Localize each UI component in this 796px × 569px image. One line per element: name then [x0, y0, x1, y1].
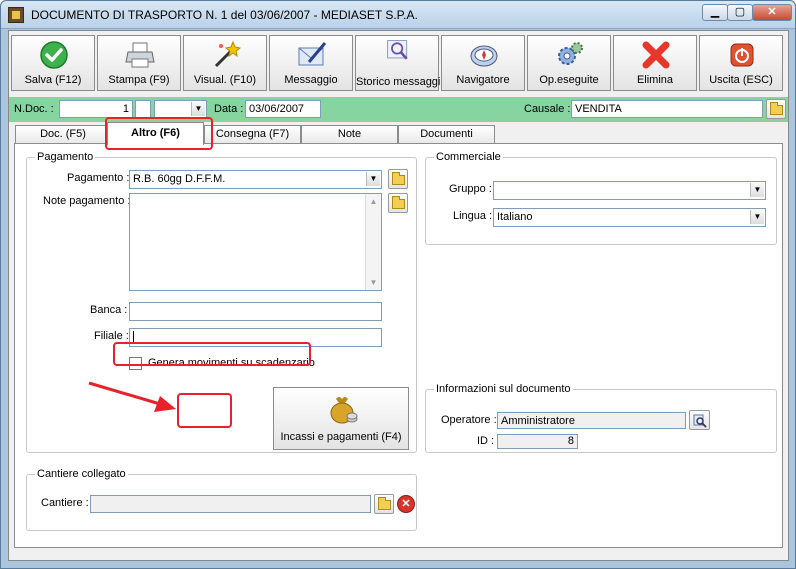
exit-icon [730, 43, 754, 67]
scroll-up-icon[interactable]: ▲ [366, 194, 381, 209]
navigator-button[interactable]: Navigatore [441, 35, 525, 91]
print-label: Stampa (F9) [108, 74, 170, 86]
exit-button[interactable]: Uscita (ESC) [699, 35, 783, 91]
app-icon [8, 7, 24, 23]
payment-label: Pagamento : [67, 172, 130, 184]
language-select[interactable]: Italiano ▼ [493, 208, 766, 227]
document-info-group-title: Informazioni sul documento [434, 383, 573, 395]
tab-consegna[interactable]: Consegna (F7) [204, 125, 301, 144]
tab-note[interactable]: Note [301, 125, 398, 144]
printer-icon [125, 42, 155, 68]
operator-label: Operatore : [441, 414, 497, 426]
commercial-group: Commerciale Gruppo : ▼ Lingua : Italiano… [425, 151, 777, 245]
construction-site-group-title: Cantiere collegato [35, 468, 128, 480]
preview-label: Visual. (F10) [193, 74, 257, 86]
navigator-label: Navigatore [456, 74, 510, 86]
magic-wand-icon [214, 40, 241, 68]
date-input[interactable]: 03/06/2007 [245, 100, 321, 118]
construction-site-group: Cantiere collegato Cantiere : ✕ [26, 468, 417, 531]
payment-select[interactable]: R.B. 60gg D.F.F.M. [129, 170, 382, 189]
client-area: Salva (F12) Stampa (F9) Visual. (F10) Me… [8, 30, 789, 561]
clear-construction-site-button[interactable]: ✕ [397, 495, 415, 513]
folder-icon [392, 172, 405, 185]
language-value: Italiano [497, 211, 533, 223]
chevron-down-icon: ▼ [750, 210, 764, 224]
preview-button[interactable]: Visual. (F10) [183, 35, 267, 91]
payment-notes-label: Note pagamento : [43, 195, 131, 207]
check-icon [40, 41, 68, 69]
collections-payments-label: Incassi e pagamenti (F4) [280, 431, 402, 443]
print-button[interactable]: Stampa (F9) [97, 35, 181, 91]
minimize-button[interactable]: ▁ [702, 4, 728, 21]
causale-label: Causale : [524, 103, 571, 115]
group-select[interactable]: ▼ [493, 181, 766, 200]
tab-doc[interactable]: Doc. (F5) [15, 125, 111, 144]
branch-label: Filiale : [94, 330, 129, 342]
payment-browse-button[interactable] [388, 169, 408, 189]
money-bag-icon [330, 397, 358, 424]
chevron-down-icon: ▼ [191, 102, 205, 116]
maximize-button[interactable]: ▢ [727, 4, 753, 21]
compass-icon [470, 45, 498, 67]
annotation-arrow-icon [88, 381, 176, 412]
construction-site-input [90, 495, 371, 513]
id-label: ID : [477, 435, 495, 447]
id-value: 8 [497, 434, 578, 449]
ndoc-label: N.Doc. : [14, 103, 54, 115]
date-label: Data : [214, 103, 244, 115]
tab-bar: Doc. (F5) Altro (F6) Consegna (F7) Note … [9, 122, 788, 145]
notes-browse-button[interactable] [388, 193, 408, 213]
tab-altro[interactable]: Altro (F6) [107, 122, 204, 145]
message-history-label: Storico messaggi [356, 76, 441, 88]
close-button[interactable]: ✕ [752, 4, 792, 21]
folder-icon [378, 497, 391, 510]
operator-lookup-button[interactable] [689, 410, 710, 430]
delete-label: Elimina [636, 74, 674, 86]
operator-input: Amministratore [497, 412, 686, 429]
save-label: Salva (F12) [24, 74, 82, 86]
message-label: Messaggio [284, 74, 338, 86]
folder-icon [392, 196, 405, 209]
save-button[interactable]: Salva (F12) [11, 35, 95, 91]
ndoc-input[interactable]: 1 [59, 100, 133, 118]
folder-icon [770, 102, 783, 115]
gears-icon [558, 42, 583, 65]
bank-input[interactable] [129, 302, 382, 321]
exit-label: Uscita (ESC) [709, 74, 773, 86]
payment-chevron-down-icon[interactable]: ▼ [366, 172, 380, 186]
bank-label: Banca : [90, 304, 128, 316]
construction-site-browse-button[interactable] [374, 494, 394, 514]
message-history-button[interactable]: Storico messaggi [355, 35, 441, 91]
message-button[interactable]: Messaggio [269, 35, 353, 91]
application-window: DOCUMENTO DI TRASPORTO N. 1 del 03/06/20… [0, 0, 796, 569]
ndoc-suffix-input[interactable] [135, 100, 151, 118]
chevron-down-icon: ▼ [750, 183, 764, 197]
delete-button[interactable]: Elimina [613, 35, 697, 91]
collections-payments-button[interactable]: Incassi e pagamenti (F4) [273, 387, 409, 450]
causale-input[interactable]: VENDITA [571, 100, 763, 118]
window-title: DOCUMENTO DI TRASPORTO N. 1 del 03/06/20… [31, 8, 418, 22]
operations-button[interactable]: Op.eseguite [527, 35, 611, 91]
message-history-icon [387, 40, 408, 60]
toolbar: Salva (F12) Stampa (F9) Visual. (F10) Me… [9, 31, 788, 97]
causale-browse-button[interactable] [766, 99, 786, 119]
annotation-highlight-checkbox [113, 342, 311, 366]
construction-site-label: Cantiere : [41, 497, 89, 509]
annotation-highlight-box [177, 393, 232, 428]
tab-documenti[interactable]: Documenti [398, 125, 495, 144]
ndoc-series-select[interactable]: ▼ [154, 100, 207, 118]
operations-label: Op.eseguite [539, 74, 599, 86]
document-info-group: Informazioni sul documento Operatore : A… [425, 383, 777, 453]
language-label: Lingua : [453, 210, 493, 222]
group-label: Gruppo : [449, 183, 492, 195]
message-pen-icon [298, 42, 327, 66]
notes-scrollbar[interactable]: ▲ ▼ [365, 194, 381, 290]
search-icon [693, 414, 707, 428]
delete-x-icon [642, 41, 670, 69]
payment-notes-textarea[interactable]: ▲ ▼ [129, 193, 382, 291]
scroll-down-icon[interactable]: ▼ [366, 275, 381, 290]
payment-group-title: Pagamento [35, 151, 96, 163]
title-bar: DOCUMENTO DI TRASPORTO N. 1 del 03/06/20… [1, 1, 795, 29]
commercial-group-title: Commerciale [434, 151, 503, 163]
